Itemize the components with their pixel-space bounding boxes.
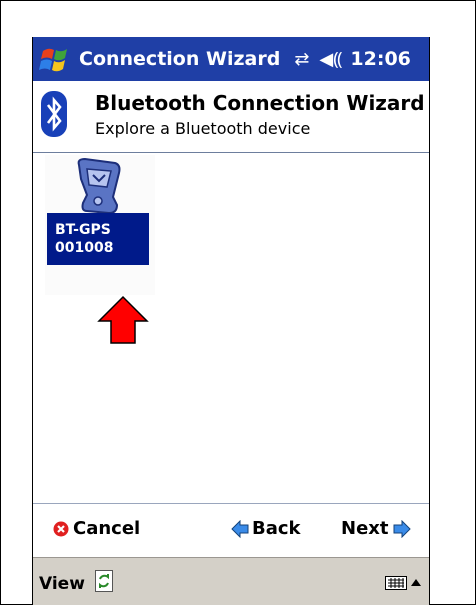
start-menu-icon[interactable] <box>37 41 73 77</box>
cancel-icon <box>53 521 69 536</box>
gps-device-icon <box>77 157 121 215</box>
device-name: BT-GPS <box>55 222 111 238</box>
wizard-subtitle: Explore a Bluetooth device <box>95 119 311 138</box>
menu-bar: View <box>33 557 429 605</box>
wizard-title: Bluetooth Connection Wizard <box>95 91 425 115</box>
wizard-header: Bluetooth Connection Wizard Explore a Bl… <box>33 81 429 151</box>
cancel-button[interactable]: Cancel <box>53 518 140 539</box>
next-arrow-icon <box>393 519 411 538</box>
sync-icon[interactable] <box>95 570 113 592</box>
next-label: Next <box>341 518 389 539</box>
view-menu[interactable]: View <box>39 574 85 594</box>
pocketpc-screen: Connection Wizard ⇄ ◀⸨ 12:06 Bluetooth C… <box>32 37 430 605</box>
connectivity-icon[interactable]: ⇄ <box>294 49 309 70</box>
next-button[interactable]: Next <box>341 518 411 539</box>
cancel-label: Cancel <box>73 518 141 539</box>
back-arrow-icon <box>231 519 249 538</box>
title-bar: Connection Wizard ⇄ ◀⸨ 12:06 <box>33 37 429 81</box>
header-divider <box>33 152 429 153</box>
window-title: Connection Wizard <box>79 48 281 70</box>
back-label: Back <box>252 518 301 539</box>
speaker-icon[interactable]: ◀⸨ <box>319 47 342 71</box>
command-row: Cancel Back Next <box>33 504 429 557</box>
bluetooth-icon <box>41 91 67 137</box>
keyboard-icon[interactable] <box>385 576 407 590</box>
back-button[interactable]: Back <box>231 518 301 539</box>
input-panel-arrow-icon[interactable] <box>411 578 421 586</box>
device-name-label[interactable]: BT-GPS 001008 <box>47 213 149 265</box>
device-item[interactable]: BT-GPS 001008 <box>45 155 155 344</box>
device-address: 001008 <box>55 240 114 256</box>
red-up-arrow-annotation <box>97 295 149 344</box>
clock[interactable]: 12:06 <box>350 48 410 70</box>
